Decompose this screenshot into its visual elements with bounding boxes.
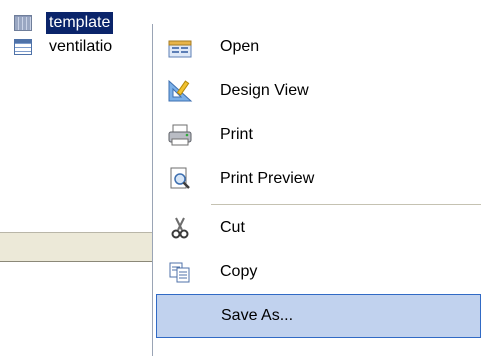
panel-area (0, 262, 155, 356)
copy-icon (156, 251, 204, 293)
menu-item-label: Design View (220, 82, 309, 99)
list-item-label: ventilatio (49, 38, 113, 55)
menu-separator (211, 204, 481, 205)
menu-item-copy[interactable]: Copy (156, 251, 481, 293)
open-form-icon (156, 26, 204, 68)
menu-item-label: Print Preview (220, 170, 315, 187)
menu-item-design-view[interactable]: Design View (156, 70, 481, 112)
form-icon (14, 15, 32, 31)
list-item-template[interactable]: template (14, 10, 114, 36)
panel-header (0, 232, 160, 262)
menu-item-label: Print (220, 126, 253, 143)
table-icon (14, 39, 32, 55)
list-item-label: template (46, 12, 114, 34)
menu-item-label: Open (220, 38, 260, 55)
menu-item-label: Save As... (221, 307, 294, 324)
design-view-icon (156, 70, 204, 112)
menu-item-cut[interactable]: Cut (156, 207, 481, 249)
scissors-icon (156, 207, 204, 249)
menu-item-print-preview[interactable]: Print Preview (156, 158, 481, 200)
menu-item-label: Cut (220, 219, 245, 236)
menu-item-print[interactable]: Print (156, 114, 481, 156)
list-item-ventilation[interactable]: ventilatio (14, 34, 115, 60)
menu-item-label: Copy (220, 263, 258, 280)
menu-item-save-as[interactable]: Save As... (156, 294, 481, 338)
context-menu: Open Design View Print Print Preview Cut… (152, 24, 481, 356)
menu-item-open[interactable]: Open (156, 26, 481, 68)
printer-icon (156, 114, 204, 156)
print-preview-icon (156, 158, 204, 200)
object-list: template ventilatio (0, 0, 160, 240)
